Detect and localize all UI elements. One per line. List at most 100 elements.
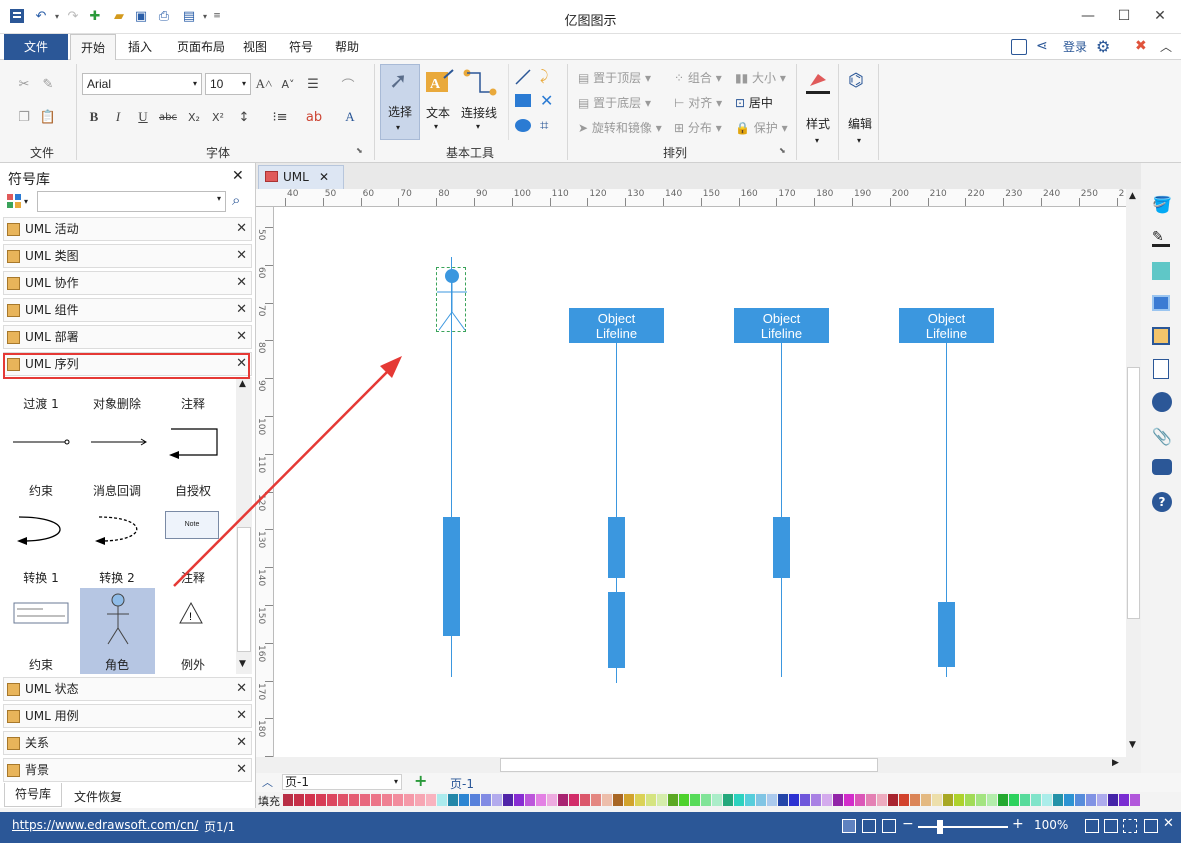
color-swatch[interactable] (470, 794, 480, 806)
library-item[interactable]: 背景 ✕ (3, 758, 252, 782)
canvas-vertical-scrollbar[interactable]: ▲ ▼ (1126, 189, 1141, 757)
color-swatch[interactable] (789, 794, 799, 806)
object-lifeline-box[interactable]: Object Lifeline (569, 308, 664, 343)
color-swatch[interactable] (877, 794, 887, 806)
page-collapse-icon[interactable]: ︿ (262, 774, 273, 790)
color-swatch[interactable] (965, 794, 975, 806)
size-button[interactable]: ▮▮ 大小 ▾ (735, 69, 786, 86)
color-swatch[interactable] (855, 794, 865, 806)
object-lifeline-box[interactable]: Object Lifeline (899, 308, 994, 343)
send-to-back-button[interactable]: ▤ 置于底层 ▾ (578, 94, 651, 111)
color-swatch[interactable] (591, 794, 601, 806)
color-swatch[interactable] (943, 794, 953, 806)
hscroll-right-icon[interactable]: ▶ (1112, 758, 1119, 768)
library-item[interactable]: UML 用例 ✕ (3, 704, 252, 728)
website-link[interactable]: https://www.edrawsoft.com/cn/ (12, 818, 198, 832)
color-swatch[interactable] (536, 794, 546, 806)
minimize-button[interactable]: — (1077, 6, 1099, 26)
share-icon[interactable]: ⋖ (1036, 38, 1048, 54)
tab-help[interactable]: 帮助 (330, 34, 364, 60)
canvas-horizontal-scrollbar[interactable]: ▶ (256, 757, 1141, 773)
activation-bar[interactable] (773, 517, 790, 578)
collapse-ribbon-icon[interactable]: ︿ (1160, 38, 1172, 55)
line-spacing-icon[interactable]: ↕ (234, 107, 254, 127)
bold-button[interactable]: B (84, 107, 104, 127)
vscroll-thumb[interactable] (1127, 367, 1140, 619)
comment-icon[interactable] (1152, 459, 1172, 475)
color-swatch[interactable] (657, 794, 667, 806)
curve-text-icon[interactable]: ⌒ (338, 74, 358, 94)
activation-bar[interactable] (938, 602, 955, 667)
select-tool-button[interactable]: ➚ 选择 ▾ (380, 64, 420, 140)
color-swatch[interactable] (1075, 794, 1085, 806)
color-swatch[interactable] (316, 794, 326, 806)
color-swatch[interactable] (1020, 794, 1030, 806)
page-properties-icon[interactable] (1153, 359, 1169, 379)
color-swatch[interactable] (382, 794, 392, 806)
zoom-slider-track[interactable] (918, 826, 1008, 828)
library-item[interactable]: UML 状态 ✕ (3, 677, 252, 701)
hyperlink-icon[interactable] (1152, 392, 1172, 412)
library-menu-dropdown-icon[interactable]: ▾ (24, 197, 28, 206)
zoom-in-button[interactable]: + (1012, 816, 1024, 832)
color-swatch[interactable] (712, 794, 722, 806)
color-swatch[interactable] (811, 794, 821, 806)
color-swatch[interactable] (899, 794, 909, 806)
color-swatch[interactable] (415, 794, 425, 806)
color-swatch[interactable] (668, 794, 678, 806)
color-swatch[interactable] (1086, 794, 1096, 806)
object-delete-shape[interactable] (89, 432, 149, 452)
tab-page-layout[interactable]: 页面布局 (168, 34, 234, 60)
color-swatch[interactable] (822, 794, 832, 806)
library-item-close-icon[interactable]: ✕ (236, 705, 247, 727)
normal-view-icon[interactable] (842, 819, 856, 833)
group-button[interactable]: ⁘ 组合 ▾ (674, 69, 722, 86)
connector-dropdown-icon[interactable]: ▾ (476, 122, 480, 131)
color-swatch[interactable] (778, 794, 788, 806)
object-lifeline-line[interactable] (781, 343, 782, 677)
arrange-dialog-launcher-icon[interactable]: ⬊ (779, 146, 786, 155)
color-swatch[interactable] (569, 794, 579, 806)
line-pen-icon[interactable]: ✎ (1152, 229, 1170, 247)
style-icon[interactable] (806, 70, 830, 94)
edit-label[interactable]: 编辑 (848, 115, 872, 132)
underline-button[interactable]: U (133, 107, 153, 127)
bullets-icon[interactable]: ⁝≡ (270, 107, 290, 127)
text-align-icon[interactable]: ☰ (303, 74, 323, 94)
color-swatch[interactable] (305, 794, 315, 806)
library-search-input[interactable]: ▾ (37, 191, 226, 212)
color-swatch[interactable] (701, 794, 711, 806)
color-swatch[interactable] (437, 794, 447, 806)
ellipse-tool-icon[interactable] (515, 119, 531, 132)
font-dialog-launcher-icon[interactable]: ⬊ (356, 146, 363, 155)
protect-button[interactable]: 🔒 保护 ▾ (735, 119, 788, 136)
color-swatch[interactable] (635, 794, 645, 806)
hscroll-thumb[interactable] (500, 758, 878, 772)
color-swatch[interactable] (767, 794, 777, 806)
color-swatch[interactable] (349, 794, 359, 806)
color-swatch[interactable] (1119, 794, 1129, 806)
color-swatch[interactable] (602, 794, 612, 806)
color-swatch[interactable] (1064, 794, 1074, 806)
color-swatch[interactable] (481, 794, 491, 806)
superscript-button[interactable]: X² (208, 107, 228, 127)
style-dropdown-icon[interactable]: ▾ (815, 136, 819, 145)
close-window-button[interactable]: ✕ (1149, 6, 1171, 26)
activation-bar[interactable] (443, 517, 460, 636)
color-swatch[interactable] (547, 794, 557, 806)
theme-icon[interactable]: ✖ (1135, 38, 1147, 54)
library-item[interactable]: UML 协作 ✕ (3, 271, 252, 295)
library-item-close-icon[interactable]: ✕ (236, 218, 247, 240)
constraint-shape[interactable] (13, 511, 71, 547)
color-swatch[interactable] (998, 794, 1008, 806)
help-icon[interactable]: ? (1152, 492, 1172, 512)
color-swatch[interactable] (1031, 794, 1041, 806)
distribute-button[interactable]: ⊞ 分布 ▾ (674, 119, 722, 136)
color-swatch[interactable] (800, 794, 810, 806)
color-swatch[interactable] (921, 794, 931, 806)
tab-symbols[interactable]: 符号 (284, 34, 318, 60)
fullscreen-view-icon[interactable] (882, 819, 896, 833)
strikethrough-button[interactable]: abc (158, 107, 178, 127)
message-callback-shape[interactable] (89, 511, 147, 547)
library-item[interactable]: UML 部署 ✕ (3, 325, 252, 349)
